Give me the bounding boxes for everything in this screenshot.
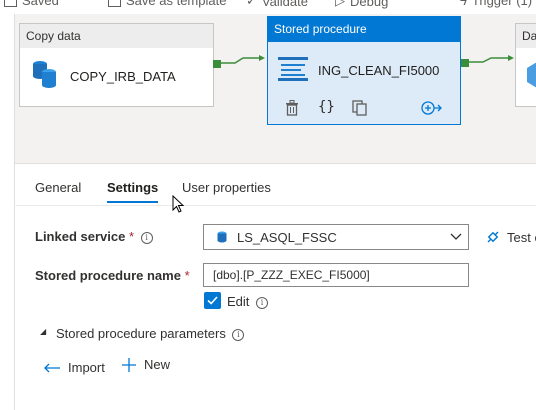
- save-as-template-button[interactable]: Save as template: [108, 0, 226, 8]
- edit-label: Edit i: [227, 294, 269, 309]
- activity-type-label: Copy data: [20, 24, 213, 48]
- left-border: [14, 14, 15, 410]
- checkmark-icon: [207, 296, 218, 305]
- collapse-triangle-icon[interactable]: ◢: [40, 327, 46, 336]
- test-connection-button[interactable]: Test c: [485, 229, 536, 245]
- success-output-handle[interactable]: [213, 60, 221, 68]
- activity-name: ING_CLEAN_FI5000: [318, 63, 440, 78]
- plug-icon: [487, 231, 499, 243]
- trigger-button[interactable]: ϟ Trigger (1): [460, 0, 532, 8]
- success-output-handle[interactable]: [461, 59, 469, 67]
- sp-name-field[interactable]: [dbo].[P_ZZZ_EXEC_FI5000]: [203, 263, 469, 287]
- lightning-icon: ϟ: [460, 0, 467, 8]
- linked-service-value: LS_ASQL_FSSC: [237, 230, 337, 245]
- plus-icon: [122, 357, 136, 372]
- mouse-cursor-icon: [172, 195, 185, 213]
- code-icon[interactable]: {}: [318, 99, 335, 115]
- info-icon[interactable]: i: [232, 329, 245, 341]
- database-icon: [33, 61, 56, 88]
- stored-procedure-activity[interactable]: Stored procedure ING_CLEAN_FI5000 {}: [267, 16, 461, 125]
- new-button[interactable]: New: [122, 357, 170, 372]
- connector-arrow: [221, 55, 265, 64]
- info-icon[interactable]: i: [140, 232, 153, 244]
- sp-params-section-header[interactable]: Stored procedure parameters i: [56, 326, 245, 341]
- chevron-down-icon: [450, 233, 462, 240]
- activity-type-label: Stored procedure: [268, 17, 460, 42]
- top-toolbar: Saved Save as template ✓ Validate ▷ Debu…: [0, 0, 536, 14]
- delete-icon[interactable]: [285, 100, 299, 116]
- save-icon: [4, 0, 17, 7]
- next-activity[interactable]: Da: [515, 23, 536, 107]
- saved-status: Saved: [4, 0, 59, 8]
- play-icon: ▷: [335, 0, 345, 8]
- activity-icon: [527, 62, 536, 88]
- template-icon: [108, 0, 121, 7]
- copy-icon[interactable]: [352, 100, 368, 116]
- sp-name-label: Stored procedure name *: [35, 268, 190, 283]
- connector-arrow: [469, 55, 514, 63]
- validate-button[interactable]: ✓ Validate: [246, 0, 308, 9]
- activity-type-label: Da: [516, 24, 536, 48]
- active-tab-indicator: [107, 201, 158, 203]
- canvas-divider: [14, 163, 536, 164]
- tab-general[interactable]: General: [35, 180, 81, 195]
- linked-service-label: Linked service * i: [35, 229, 153, 244]
- tabs-divider: [14, 205, 536, 206]
- check-icon: ✓: [246, 0, 257, 8]
- tab-user-properties[interactable]: User properties: [182, 180, 271, 195]
- saved-label: Saved: [22, 0, 59, 8]
- linked-service-dropdown[interactable]: LS_ASQL_FSSC: [203, 224, 469, 250]
- copy-data-activity[interactable]: Copy data COPY_IRB_DATA: [19, 23, 214, 107]
- sql-database-icon: [217, 231, 227, 243]
- tab-settings[interactable]: Settings: [107, 180, 158, 195]
- add-output-icon[interactable]: [421, 101, 443, 115]
- stored-procedure-icon: [278, 57, 308, 81]
- info-icon[interactable]: i: [256, 297, 269, 309]
- activity-name: COPY_IRB_DATA: [70, 69, 176, 84]
- import-arrow-icon: [44, 363, 60, 372]
- import-button[interactable]: Import: [43, 360, 105, 375]
- debug-button[interactable]: ▷ Debug: [335, 0, 388, 9]
- edit-checkbox[interactable]: [204, 292, 221, 309]
